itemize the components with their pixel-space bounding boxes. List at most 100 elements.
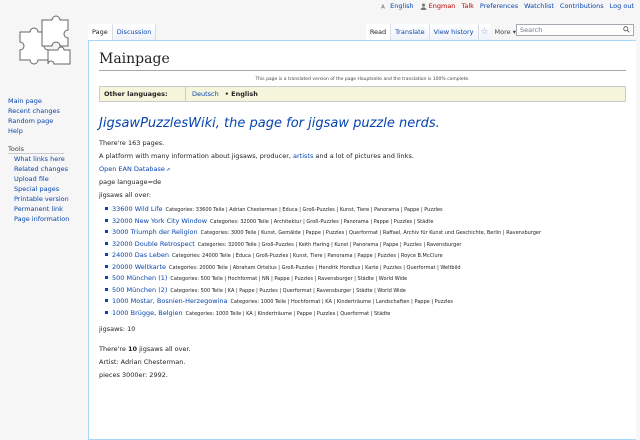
jigsaw-list-item: 1000 Mostar, Bosnien-Herzegowina Categori… [105, 296, 626, 308]
jigsaw-link[interactable]: 1000 Mostar, Bosnien-Herzegowina [112, 296, 227, 307]
other-languages-label: Other languages: [100, 87, 186, 101]
sidebar-item-related-changes[interactable]: Related changes [8, 164, 88, 174]
summary-post: jigsaws all over. [137, 345, 191, 353]
tab-discussion[interactable]: Discussion [112, 24, 157, 40]
bullet [105, 299, 108, 302]
svg-text:A: A [381, 4, 385, 9]
jigsaw-categories[interactable]: Categories: 1000 Teile | Hochformat | KA… [230, 297, 453, 308]
jigsaw-list-item: 3000 Triumph der Religion Categories: 300… [105, 227, 626, 239]
sidebar-item-random-page[interactable]: Random page [8, 116, 88, 126]
artists-link[interactable]: artists [293, 152, 313, 160]
jigsaw-link[interactable]: 20000 Weltkarte [112, 262, 166, 273]
sidebar-item-special-pages[interactable]: Special pages [8, 184, 88, 194]
jigsaw-categories[interactable]: Categories: 1000 Teile | KA | Kinderträu… [186, 309, 391, 320]
site-logo[interactable] [12, 14, 72, 74]
user-item[interactable]: Engman [420, 2, 456, 10]
jigsaw-categories[interactable]: Categories: 33600 Teile | Adrian Chester… [166, 205, 443, 216]
headline: JigsawPuzzlesWiki, the page for jigsaw p… [99, 116, 440, 131]
logout-link[interactable]: Log out [610, 2, 634, 10]
jigsaw-categories[interactable]: Categories: 32000 Teile | Groß-Puzzles |… [198, 240, 462, 251]
contributions-link[interactable]: Contributions [560, 2, 604, 10]
sidebar-item-page-information[interactable]: Page information [8, 214, 88, 224]
jigsaw-link[interactable]: 33600 Wild Life [112, 204, 163, 215]
page-language-text: page language=de [99, 178, 162, 186]
language-english-current: • English [224, 90, 258, 98]
tab-view-history[interactable]: View history [429, 24, 479, 40]
sidebar-tools: What links here Related changes Upload f… [8, 154, 88, 224]
bullet [105, 253, 108, 256]
sidebar-item-help[interactable]: Help [8, 126, 88, 136]
jigsaw-link[interactable]: 500 München (2) [112, 285, 167, 296]
jigsaw-link[interactable]: 500 München (1) [112, 273, 167, 284]
summary-text: There're 10 jigsaws all over. [99, 345, 626, 353]
search-icon[interactable] [623, 25, 630, 35]
user-link[interactable]: Engman [429, 2, 456, 10]
bullet [105, 230, 108, 233]
bullet [105, 287, 108, 291]
sidebar: Main page Recent changes Random page Hel… [8, 96, 88, 224]
sidebar-item-recent-changes[interactable]: Recent changes [8, 106, 88, 116]
language-item[interactable]: A English [381, 2, 413, 10]
jigsaw-count: jigsaws: 10 [99, 325, 136, 333]
translation-notice: This page is a translated version of the… [255, 77, 470, 82]
jigsaw-list-item: 20000 Weltkarte Categories: 20000 Teile |… [105, 262, 626, 274]
tab-translate[interactable]: Translate [391, 24, 430, 40]
summary-number: 10 [128, 345, 138, 353]
jigsaw-categories[interactable]: Categories: 32000 Teile | Architektur | … [210, 217, 433, 228]
watch-star-icon[interactable]: ☆ [478, 24, 491, 40]
talk-link[interactable]: Talk [461, 2, 473, 10]
tab-read[interactable]: Read [365, 24, 392, 40]
watchlist-link[interactable]: Watchlist [524, 2, 554, 10]
bullet [105, 276, 108, 279]
search-placeholder: Search [520, 26, 543, 34]
jigsaw-categories[interactable]: Categories: 3000 Teile | Kunst, Gemälde … [201, 228, 541, 239]
preferences-link[interactable]: Preferences [480, 2, 518, 10]
bullet [105, 241, 108, 245]
jigsaw-link[interactable]: 32000 Double Retrospect [112, 239, 195, 250]
summary-pre: There're [99, 345, 128, 353]
jigsaw-link[interactable]: 24000 Das Leben [112, 250, 169, 261]
jigsaw-categories[interactable]: Categories: 24000 Teile | Educa | Groß-P… [172, 251, 443, 262]
bullet [105, 218, 108, 222]
jigsaw-link[interactable]: 3000 Triumph der Religion [112, 227, 198, 238]
jigsaw-link[interactable]: 32000 New York City Window [112, 216, 207, 227]
sidebar-item-what-links-here[interactable]: What links here [8, 154, 88, 164]
bullet [105, 264, 108, 268]
more-label: More [494, 28, 511, 36]
page-count-text: There're 163 pages. [99, 139, 165, 147]
jigsaw-list-item: 500 München (1) Categories: 500 Teile | H… [105, 273, 626, 285]
jigsaw-list-item: 1000 Brügge, Belgien Categories: 1000 Tei… [105, 308, 626, 320]
jigsaws-all-over-label: jigsaws all over: [99, 191, 152, 199]
bullet [105, 207, 108, 210]
jigsaw-list: 33600 Wild Life Categories: 33600 Teile |… [105, 204, 626, 319]
jigsaw-list-item: 24000 Das Leben Categories: 24000 Teile |… [105, 250, 626, 262]
artist-text: Artist: Adrian Chesterman. [99, 358, 186, 366]
personal-tools: A English Engman Talk Preferences Watchl… [381, 2, 634, 10]
search-input[interactable]: Search [516, 24, 634, 36]
jigsaw-list-item: 32000 New York City Window Categories: 32… [105, 216, 626, 228]
platform-text: A platform with many information about j… [99, 152, 414, 160]
user-icon [420, 3, 427, 10]
tab-page[interactable]: Page [88, 24, 113, 40]
view-tabs: Read Translate View history ☆ More ▾ [365, 24, 522, 40]
sidebar-item-printable-version[interactable]: Printable version [8, 194, 88, 204]
other-languages-box: Other languages: Deutsch • English [99, 86, 626, 102]
jigsaw-categories[interactable]: Categories: 20000 Teile | Abraham Orteli… [169, 263, 461, 274]
namespace-tabs: Page Discussion [88, 24, 157, 40]
bullet [105, 310, 108, 314]
jigsaw-categories[interactable]: Categories: 500 Teile | Hochformat | NN … [170, 274, 407, 285]
page-title: Mainpage [99, 51, 626, 71]
sidebar-item-main-page[interactable]: Main page [8, 96, 88, 106]
jigsaw-list-item: 32000 Double Retrospect Categories: 32000… [105, 239, 626, 251]
pieces-text: pieces 3000er: 2992. [99, 371, 168, 379]
jigsaw-list-item: 500 München (2) Categories: 500 Teile | K… [105, 285, 626, 297]
language-deutsch-link[interactable]: Deutsch [192, 90, 219, 98]
sidebar-nav: Main page Recent changes Random page Hel… [8, 96, 88, 136]
main-content: Mainpage This page is a translated versi… [88, 40, 636, 440]
ean-database-link[interactable]: Open EAN Database [99, 165, 170, 173]
language-link[interactable]: English [390, 2, 413, 10]
jigsaw-link[interactable]: 1000 Brügge, Belgien [112, 308, 183, 319]
sidebar-item-upload-file[interactable]: Upload file [8, 174, 88, 184]
sidebar-item-permanent-link[interactable]: Permanent link [8, 204, 88, 214]
jigsaw-categories[interactable]: Categories: 500 Teile | KA | Pappe | Puz… [170, 286, 405, 297]
